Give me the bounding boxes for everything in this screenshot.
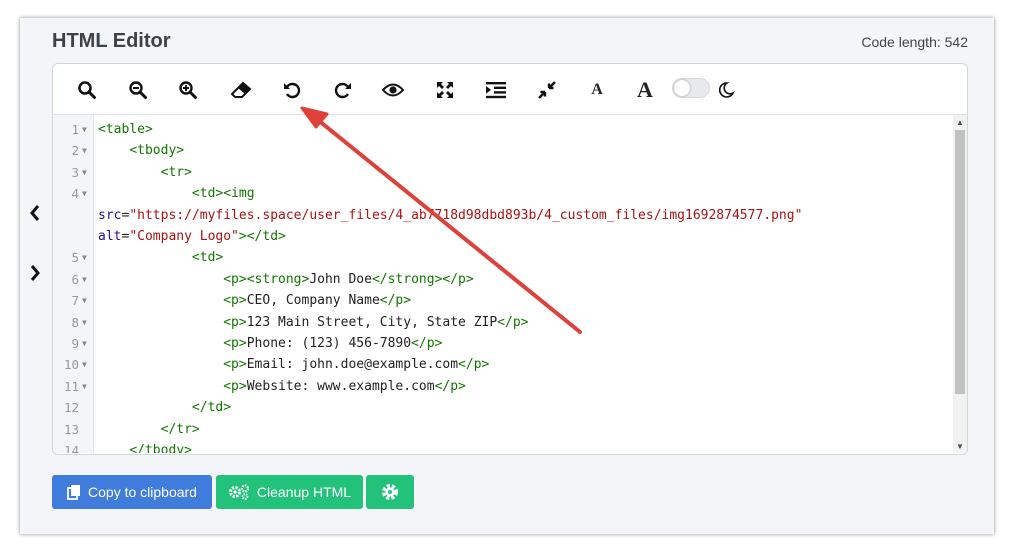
line-number: 10 xyxy=(63,357,79,373)
code-text: alt="Company Logo"></td> xyxy=(98,229,286,244)
code-text: src="https://myfiles.space/user_files/4_… xyxy=(98,207,803,223)
code-text: </td> xyxy=(191,400,232,416)
gear-icon xyxy=(382,484,398,500)
toggle-knob xyxy=(674,80,690,96)
dark-mode-toggle[interactable] xyxy=(672,78,710,98)
fold-toggle-icon[interactable]: ▼ xyxy=(82,119,90,140)
line-number: 5 xyxy=(71,250,79,266)
line-number: 8 xyxy=(71,314,79,330)
code-line[interactable]: 6 ▼ <p><strong>John Doe</strong></p> xyxy=(53,269,953,290)
line-number: 1 xyxy=(71,122,79,137)
editor-toolbar: A A xyxy=(53,64,967,115)
fullscreen-icon[interactable] xyxy=(433,78,457,102)
code-text: <p>Email: john.doe@example.com</p> xyxy=(223,357,490,373)
code-line[interactable]: 14 </tbody> xyxy=(53,440,953,453)
code-editor[interactable]: A A 1 ▼ <table> 2 ▼ <tbody> 3 ▼ <tr> 4 ▼ <td><im… xyxy=(52,63,968,455)
code-line[interactable]: 13 </tr> xyxy=(53,419,953,440)
scrollbar-thumb[interactable] xyxy=(955,130,965,394)
code-line[interactable]: 1 ▼ <table> xyxy=(53,119,953,140)
line-number: 13 xyxy=(63,421,79,437)
settings-button[interactable] xyxy=(366,475,414,509)
cleanup-html-button[interactable]: Cleanup HTML xyxy=(216,475,363,509)
fold-toggle-icon[interactable]: ▼ xyxy=(82,354,90,375)
next-arrow-icon[interactable] xyxy=(26,261,44,285)
line-number: 3 xyxy=(71,164,79,180)
line-number: 12 xyxy=(63,400,79,416)
code-line[interactable]: 7 ▼ <p>CEO, Company Name</p> xyxy=(53,290,953,311)
fold-toggle-icon[interactable]: ▼ xyxy=(82,183,90,204)
cleanup-button-label: Cleanup HTML xyxy=(256,484,352,500)
collapse-icon[interactable] xyxy=(535,78,559,102)
copy-button-label: Copy to clipboard xyxy=(88,484,197,500)
line-number: 14 xyxy=(63,443,79,453)
undo-icon[interactable] xyxy=(280,78,304,102)
fold-toggle-icon[interactable]: ▼ xyxy=(82,140,90,161)
code-line[interactable]: src="https://myfiles.space/user_files/4_… xyxy=(53,205,953,226)
code-line[interactable]: 9 ▼ <p>Phone: (123) 456-7890</p> xyxy=(53,333,953,354)
code-line[interactable]: alt="Company Logo"></td> xyxy=(53,226,953,247)
scroll-up-arrow-icon[interactable]: ▲ xyxy=(953,115,967,129)
font-small-icon[interactable]: A xyxy=(585,78,609,102)
zoom-in-icon[interactable] xyxy=(176,78,200,102)
line-number: 7 xyxy=(71,293,79,309)
fold-toggle-icon[interactable]: ▼ xyxy=(82,162,90,183)
copy-icon xyxy=(67,485,81,500)
gears-icon xyxy=(228,484,250,500)
code-content[interactable]: 1 ▼ <table> 2 ▼ <tbody> 3 ▼ <tr> 4 ▼ <td><img src… xyxy=(53,115,953,453)
code-text: <p><strong>John Doe</strong></p> xyxy=(223,271,474,287)
code-text: </tr> xyxy=(160,421,200,437)
fold-toggle-icon[interactable]: ▼ xyxy=(82,290,90,311)
code-text: <p>Phone: (123) 456-7890</p> xyxy=(223,336,443,351)
search-icon[interactable] xyxy=(75,78,99,102)
code-text: <td> xyxy=(191,250,224,266)
fold-toggle-icon[interactable]: ▼ xyxy=(82,269,90,290)
html-editor-panel: HTML Editor Code length: 542 A A 1 ▼ <ta… xyxy=(20,18,994,534)
preview-eye-icon[interactable] xyxy=(381,78,405,102)
fold-toggle-icon[interactable]: ▼ xyxy=(82,312,90,333)
code-line[interactable]: 4 ▼ <td><img xyxy=(53,183,953,204)
moon-icon xyxy=(714,78,738,102)
code-line[interactable]: 10 ▼ <p>Email: john.doe@example.com</p> xyxy=(53,354,953,375)
code-text: <p>Website: www.example.com</p> xyxy=(223,378,466,394)
line-number: 9 xyxy=(71,336,79,351)
fold-toggle-icon[interactable]: ▼ xyxy=(82,333,90,354)
code-line[interactable]: 3 ▼ <tr> xyxy=(53,162,953,183)
code-text: <tbody> xyxy=(129,143,185,159)
page-title: HTML Editor xyxy=(52,30,171,52)
scroll-down-arrow-icon[interactable]: ▼ xyxy=(953,439,967,453)
code-line[interactable]: 2 ▼ <tbody> xyxy=(53,140,953,161)
code-line[interactable]: 11 ▼ <p>Website: www.example.com</p> xyxy=(53,376,953,397)
line-number: 11 xyxy=(63,378,79,394)
code-text: </tbody> xyxy=(129,443,192,453)
line-number: 4 xyxy=(71,186,79,202)
code-text: <p>123 Main Street, City, State ZIP</p> xyxy=(223,314,529,330)
code-line[interactable]: 8 ▼ <p>123 Main Street, City, State ZIP</… xyxy=(53,312,953,333)
line-number: 6 xyxy=(71,271,79,287)
code-length-label: Code length: 542 xyxy=(861,34,968,50)
previous-arrow-icon[interactable] xyxy=(26,201,44,225)
code-line[interactable]: 5 ▼ <td> xyxy=(53,247,953,268)
zoom-out-icon[interactable] xyxy=(126,78,150,102)
font-large-icon[interactable]: A xyxy=(633,77,657,102)
code-text: <td><img xyxy=(191,186,255,202)
copy-to-clipboard-button[interactable]: Copy to clipboard xyxy=(52,475,212,509)
eraser-icon[interactable] xyxy=(229,78,253,102)
redo-icon[interactable] xyxy=(331,78,355,102)
fold-toggle-icon[interactable]: ▼ xyxy=(82,376,90,397)
code-text: <tr> xyxy=(160,164,192,180)
code-text: <p>CEO, Company Name</p> xyxy=(223,293,412,309)
line-number: 2 xyxy=(71,143,79,159)
indent-icon[interactable] xyxy=(484,78,508,102)
code-text: <table> xyxy=(98,122,153,137)
fold-toggle-icon[interactable]: ▼ xyxy=(82,247,90,268)
code-line[interactable]: 12 </td> xyxy=(53,397,953,418)
